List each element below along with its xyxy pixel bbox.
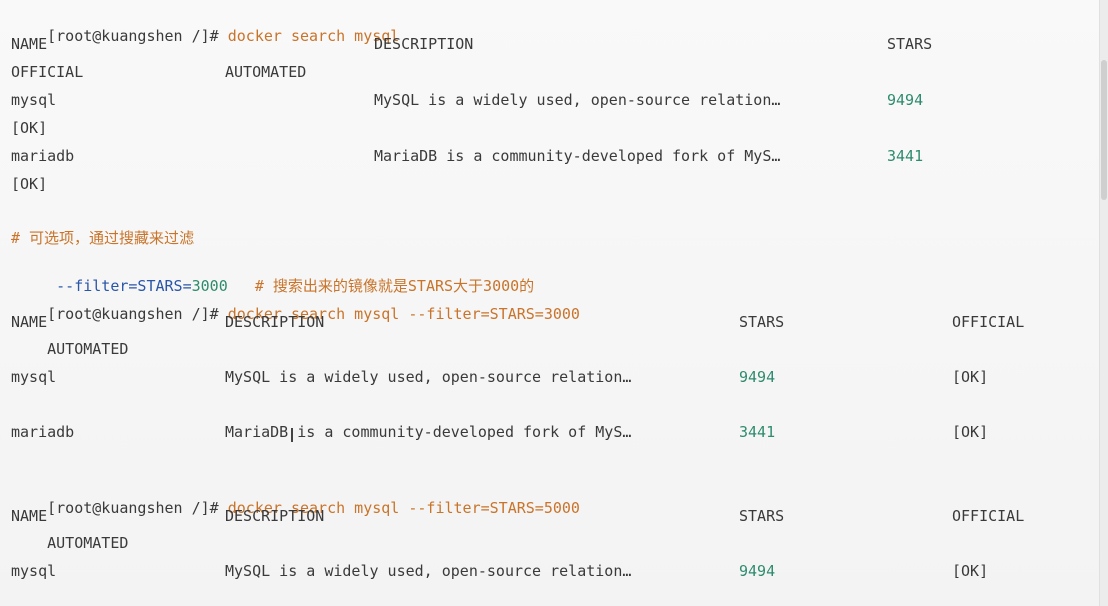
terminal-window[interactable]: [root@kuangshen /]# docker search mysql … [0,0,1108,606]
result-stars: 3441 [887,147,924,165]
result-name: mariadb [11,147,75,165]
header-description: DESCRIPTION [225,507,325,525]
col-name: NAME [11,35,48,53]
result-name: mariadb [11,423,75,441]
text-cursor [291,428,293,442]
header-description: DESCRIPTION [374,35,474,53]
header-automated: AUTOMATED [225,63,307,81]
result-stars: 9494 [887,91,924,109]
result-name: mysql [11,91,57,109]
header-automated: AUTOMATED [11,534,129,552]
result-official: [OK] [952,562,989,580]
header-automated: AUTOMATED [11,340,129,358]
header-description: DESCRIPTION [225,313,325,331]
result-official: [OK] [11,175,48,193]
result-description: MariaDB is a community-developed fork of… [374,147,781,165]
header-official: OFFICIAL [952,507,1025,525]
header-name: NAME [11,507,48,525]
result-official: [OK] [952,423,989,441]
prompt: [root@kuangshen /]# [47,27,228,45]
header-name: NAME [11,313,48,331]
header-stars: STARS [887,35,933,53]
header-row: NAME [11,34,47,54]
header-official: OFFICIAL [11,63,84,81]
result-description: MySQL is a widely used, open-source rela… [225,562,632,580]
scrollbar-thumb[interactable] [1101,60,1107,200]
result-official: [OK] [952,368,989,386]
result-stars: 3441 [739,423,776,441]
result-description: MariaDB is a community-developed fork of… [225,423,632,441]
result-name: mysql [11,368,57,386]
header-stars: STARS [739,507,785,525]
header-official: OFFICIAL [952,313,1025,331]
result-description: MySQL is a widely used, open-source rela… [374,91,781,109]
comment-line: # 可选项，通过搜藏来过滤 [11,229,195,247]
result-stars: 9494 [739,562,776,580]
result-description: MySQL is a widely used, open-source rela… [225,368,632,386]
result-official: [OK] [11,119,48,137]
prompt: [root@kuangshen /]# [47,499,228,517]
prompt: [root@kuangshen /]# [47,305,228,323]
result-stars: 9494 [739,368,776,386]
result-name: mysql [11,562,57,580]
prompt-line: [root@kuangshen /]# docker search mysql [11,6,399,66]
scrollbar[interactable] [1099,0,1108,606]
header-stars: STARS [739,313,785,331]
